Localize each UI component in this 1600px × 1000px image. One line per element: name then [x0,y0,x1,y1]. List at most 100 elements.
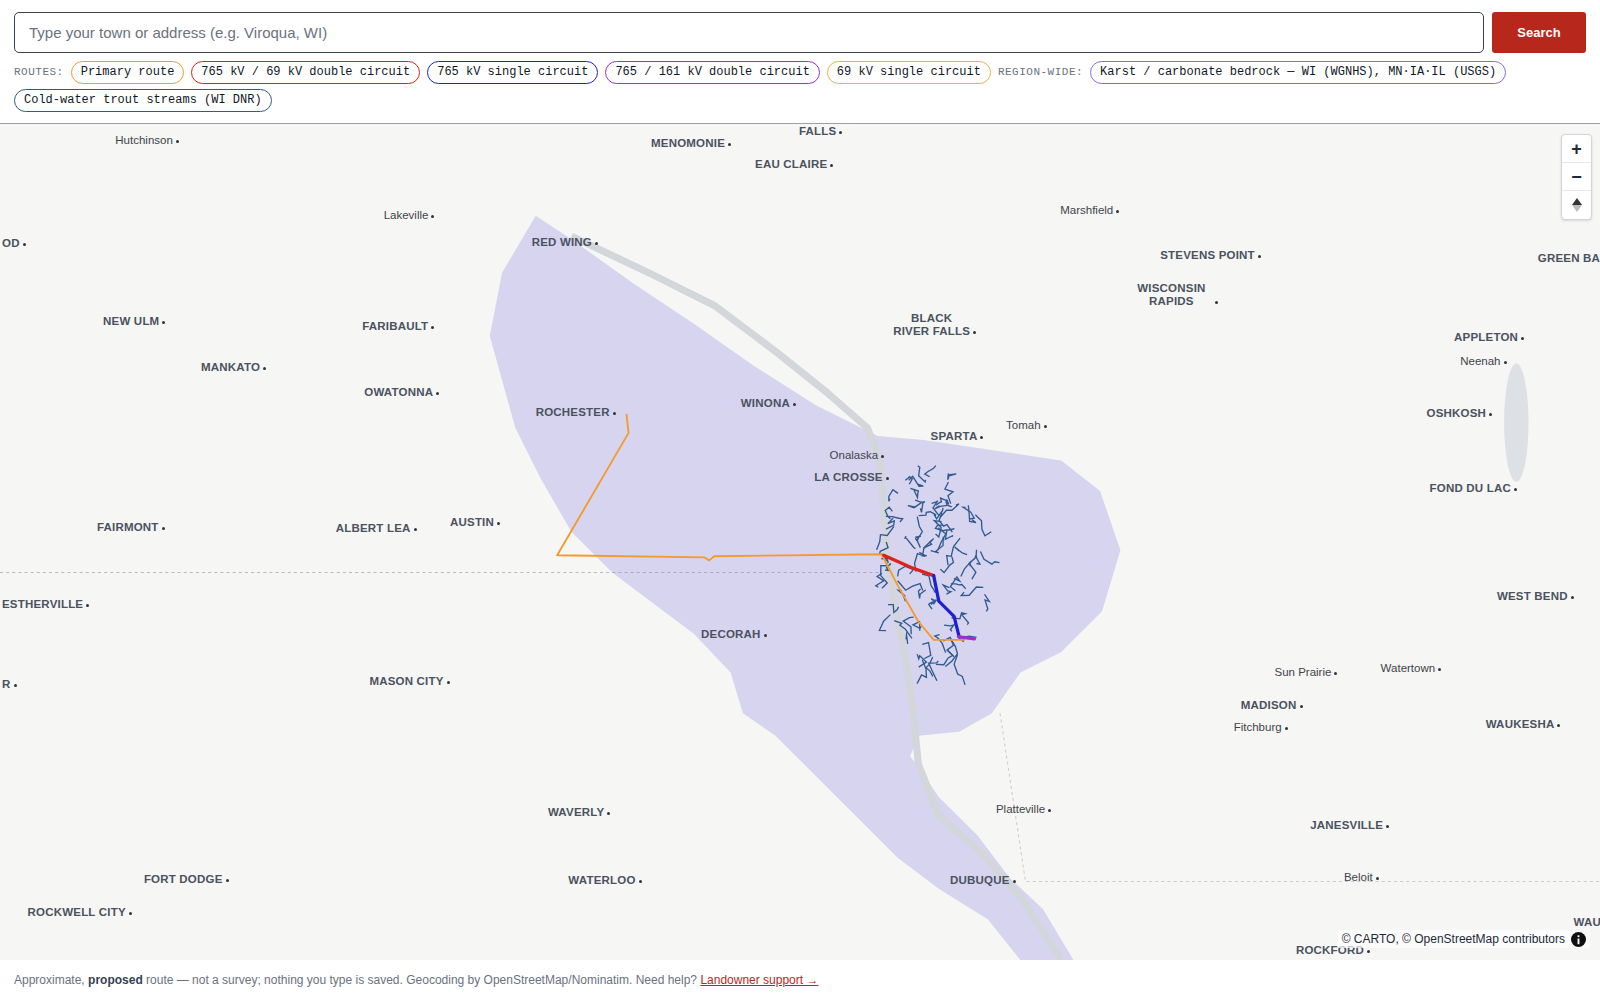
place-label: APPLETON [1454,331,1524,344]
trout-stream [961,562,971,577]
legend-chip[interactable]: Primary route [71,61,185,84]
place-dot [793,403,796,406]
place-name: Sun Prairie [1274,666,1331,679]
trout-stream [879,615,890,631]
place-label: OD [2,237,26,250]
place-label: ESTHERVILLE [2,598,89,611]
place-name: WAU [1573,916,1600,929]
place-label: Fitchburg [1234,721,1288,734]
place-label: Watertown [1381,662,1442,675]
trout-stream [934,521,941,537]
river [571,236,1061,960]
place-name: ROCKWELL CITY [28,906,126,919]
place-label: FALLS [799,125,842,138]
trout-stream [929,601,936,609]
place-dot [1438,668,1441,671]
place-name: FARIBAULT [362,320,428,333]
place-name: FORT DODGE [144,873,223,886]
trout-stream [935,635,946,653]
place-dot [1116,210,1119,213]
karst-region [490,216,1121,960]
place-dot [447,681,450,684]
place-dot [1386,825,1389,828]
legend-chip[interactable]: 765 kV single circuit [427,61,598,84]
place-label: Lakeville [384,209,435,222]
legend-chip[interactable]: Karst / carbonate bedrock — WI (WGNHS), … [1090,61,1506,84]
place-name: MENOMONIE [651,137,725,150]
reset-north-button[interactable] [1562,191,1591,219]
place-name: R [2,678,11,691]
search-input[interactable] [14,12,1484,53]
footer-text: route — not a survey; nothing you type i… [143,971,701,989]
legend-chip[interactable]: 765 kV / 69 kV double circuit [191,61,420,84]
trout-stream [948,473,957,479]
legend-chip[interactable]: 69 kV single circuit [827,61,991,84]
footer-text: Approximate, [14,971,88,989]
place-name: ESTHERVILLE [2,598,83,611]
place-label: WAVERLY [548,806,610,819]
route-line [959,637,974,639]
place-dot [436,392,439,395]
trout-stream [918,466,926,482]
trout-stream [879,542,888,554]
place-name: ALBERT LEA [336,522,411,535]
place-name: OSHKOSH [1427,407,1487,420]
place-dot [162,321,165,324]
place-dot [1376,877,1379,880]
place-name: Marshfield [1060,204,1113,217]
place-name: MADISON [1241,699,1297,712]
legend-chip[interactable]: Cold-water trout streams (WI DNR) [14,89,272,112]
trout-stream [888,605,899,613]
trout-stream [958,636,976,641]
trout-stream [945,639,957,667]
place-name: Hutchinson [115,134,173,147]
place-dot [595,242,598,245]
trout-stream [938,528,946,551]
place-label: WINONA [741,397,796,410]
place-name: WEST BEND [1497,590,1568,603]
place-dot [497,522,500,525]
zoom-out-button[interactable]: − [1562,163,1591,191]
place-label: LA CROSSE [814,471,888,484]
map[interactable]: Hutchinson MENOMONIE FALLS EAU CLAIRE Lakevi… [0,124,1600,960]
trout-stream [905,536,915,549]
place-name: LA CROSSE [814,471,882,484]
search-button[interactable]: Search [1492,12,1586,53]
trout-stream [889,490,898,502]
place-label: OSHKOSH [1427,407,1493,420]
place-name: MASON CITY [369,675,443,688]
place-dot [263,367,266,370]
place-name: WISCONSIN RAPIDS [1131,282,1213,308]
trout-stream [976,550,980,564]
place-label: EAU CLAIRE [755,158,833,171]
place-name: Tomah [1006,419,1041,432]
place-dot [639,880,642,883]
zoom-in-button[interactable]: + [1562,135,1591,163]
info-icon[interactable] [1571,932,1586,947]
place-label: Platteville [996,803,1051,816]
place-dot [414,528,417,531]
trout-stream [954,655,965,685]
header: Search ROUTES: Primary route 765 kV / 69 k… [0,0,1600,124]
place-dot [973,331,976,334]
trout-stream [925,466,936,477]
trout-stream [975,515,991,536]
legend-chip[interactable]: 765 / 161 kV double circuit [605,61,819,84]
place-label: R [2,678,17,691]
attribution-text[interactable]: © CARTO, © OpenStreetMap contributors [1342,930,1565,948]
legend-group-label: ROUTES: [14,64,64,81]
place-dot [1367,950,1370,953]
place-label: GREEN BA [1538,252,1600,265]
place-dot [162,527,165,530]
place-label: Beloit [1344,871,1379,884]
trout-stream [968,505,976,522]
place-dot [23,243,26,246]
support-link[interactable]: Landowner support → [700,971,818,989]
place-dot [1258,255,1261,258]
place-dot [1215,301,1218,304]
place-name: Platteville [996,803,1045,816]
place-label: JANESVILLE [1310,819,1389,832]
place-name: MANKATO [201,361,260,374]
attribution: © CARTO, © OpenStreetMap contributors [1338,930,1590,948]
place-name: OD [2,237,20,250]
